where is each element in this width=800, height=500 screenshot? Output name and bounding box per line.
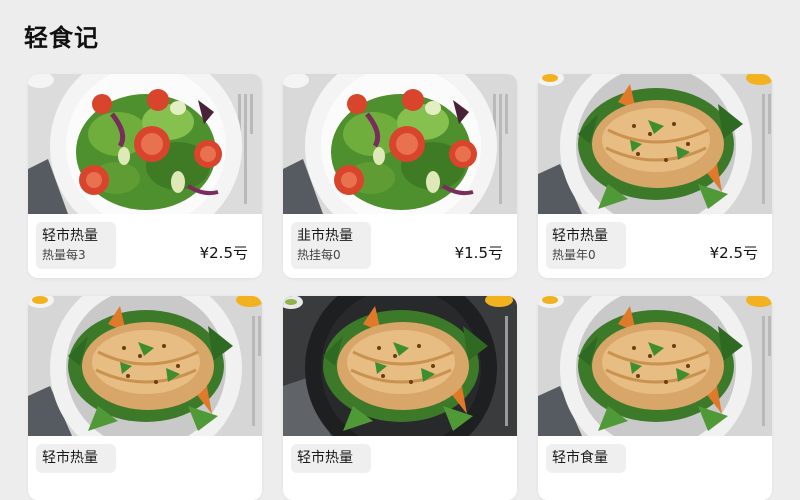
- food-card[interactable]: 轻市热量 热量每3 ¥2.5亏: [28, 74, 262, 278]
- card-name: 韭市热量: [297, 228, 353, 244]
- food-card[interactable]: 轻市热量: [283, 296, 517, 500]
- card-name-chip: 韭市热量 热挂每0: [291, 222, 371, 269]
- chicken-plate-icon: [538, 74, 772, 214]
- card-name-chip: 轻市热量 热量每3: [36, 222, 116, 269]
- food-card[interactable]: 韭市热量 热挂每0 ¥1.5亏: [283, 74, 517, 278]
- card-name: 轻市热量: [42, 450, 98, 466]
- salad-plate-icon: [283, 74, 517, 214]
- card-name-chip: 轻市食量: [546, 444, 626, 473]
- card-subtitle: 热挂每0: [297, 248, 341, 262]
- app-title: 轻食记: [24, 24, 99, 52]
- card-name: 轻市热量: [42, 228, 98, 244]
- chicken-plate-icon: [28, 296, 262, 436]
- card-name: 轻市热量: [297, 450, 353, 466]
- card-subtitle: 热量每3: [42, 248, 86, 262]
- card-info: 轻市热量 热量每3 ¥2.5亏: [28, 214, 262, 278]
- card-price: ¥1.5亏: [454, 244, 503, 262]
- card-name: 轻市食量: [552, 450, 608, 466]
- card-subtitle: 热量年0: [552, 248, 596, 262]
- card-name: 轻市热量: [552, 228, 608, 244]
- food-card[interactable]: 轻市热量 热量年0 ¥2.5亏: [538, 74, 772, 278]
- card-name-chip: 轻市热量 热量年0: [546, 222, 626, 269]
- card-name-chip: 轻市热量: [291, 444, 371, 473]
- food-card[interactable]: 轻市热量: [28, 296, 262, 500]
- food-card[interactable]: 轻市食量: [538, 296, 772, 500]
- salad-plate-icon: [28, 74, 262, 214]
- card-price: ¥2.5亏: [199, 244, 248, 262]
- card-info: 轻市食量: [538, 436, 772, 500]
- card-info: 韭市热量 热挂每0 ¥1.5亏: [283, 214, 517, 278]
- card-info: 轻市热量: [28, 436, 262, 500]
- card-info: 轻市热量 热量年0 ¥2.5亏: [538, 214, 772, 278]
- card-name-chip: 轻市热量: [36, 444, 116, 473]
- chicken-dark-plate-icon: [283, 296, 517, 436]
- food-grid: 轻市热量 热量每3 ¥2.5亏 韭市热量 热挂每0 ¥1.5亏 轻市热量 热量年…: [28, 74, 772, 500]
- card-price: ¥2.5亏: [709, 244, 758, 262]
- card-info: 轻市热量: [283, 436, 517, 500]
- chicken-plate-icon: [538, 296, 772, 436]
